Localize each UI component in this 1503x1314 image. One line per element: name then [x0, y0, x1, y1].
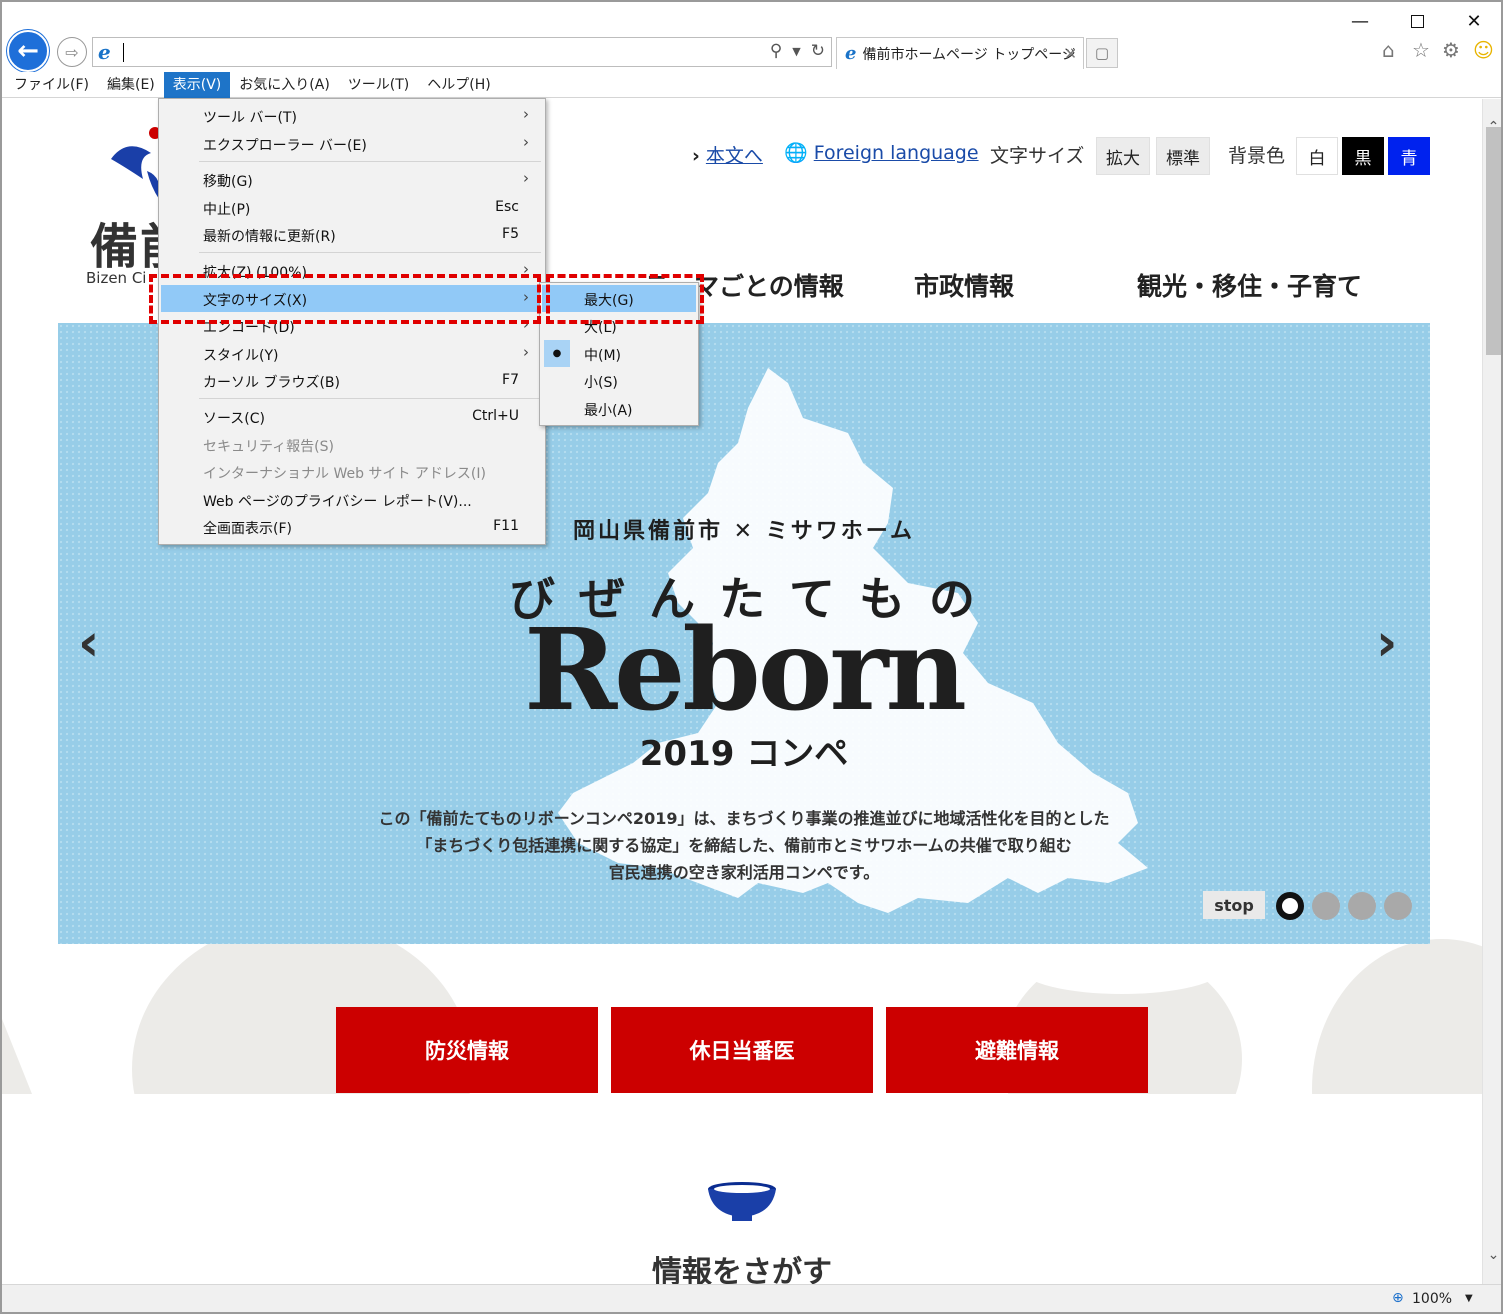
skip-link[interactable]: › 本文へ [692, 141, 763, 168]
slide-dot-1[interactable] [1276, 892, 1304, 920]
close-button[interactable]: ✕ [1454, 6, 1494, 36]
foreign-language-link[interactable]: 🌐 Foreign language [784, 141, 979, 164]
view-menu-item-style[interactable]: スタイル(Y) › [161, 340, 543, 367]
menu-separator [199, 398, 541, 399]
feedback-smiley-icon[interactable]: ☺ [1473, 38, 1494, 62]
address-bar[interactable]: e ⚲ ▼ ↻ [92, 37, 832, 67]
forward-button[interactable]: ⇨ [57, 37, 87, 67]
dropdown-icon[interactable]: ▼ [792, 41, 800, 61]
view-menu-item-refresh[interactable]: 最新の情報に更新(R) F5 [161, 221, 543, 248]
annotation-box-largest [546, 274, 704, 324]
menu-edit[interactable]: 編集(E) [98, 72, 164, 98]
maximize-button[interactable] [1397, 6, 1437, 36]
hero-desc-line-2: 「まちづくり包括連携に関する協定」を締結した、備前市とミサワホームの共催で取り組… [416, 836, 1072, 855]
zoom-icon: ⊕ [1392, 1290, 1404, 1306]
nav-tourism[interactable]: 観光・移住・子育て [1137, 267, 1362, 303]
slide-dot-4[interactable] [1384, 892, 1412, 920]
nav-city-admin[interactable]: 市政情報 [914, 267, 1014, 303]
font-size-label: 文字サイズ [990, 145, 1085, 167]
new-tab-icon: ▢ [1094, 44, 1110, 62]
menu-help[interactable]: ヘルプ(H) [418, 72, 499, 98]
foreign-language-text[interactable]: Foreign language [814, 142, 979, 164]
favorites-star-icon[interactable]: ☆ [1412, 38, 1430, 62]
menu-bar: ファイル(F) 編集(E) 表示(V) お気に入り(A) ツール(T) ヘルプ(… [2, 71, 1501, 98]
forward-arrow-icon: ⇨ [65, 42, 79, 62]
selected-bullet-icon: ● [544, 340, 570, 367]
view-menu-item-privacy-report[interactable]: Web ページのプライバシー レポート(V)... [161, 486, 543, 513]
slider-stop-button[interactable]: stop [1203, 891, 1265, 919]
menu-separator [199, 161, 541, 162]
zoom-level[interactable]: 100% [1412, 1291, 1452, 1307]
tab-title: 備前市ホームページ トップページ [862, 46, 1076, 63]
font-enlarge-button[interactable]: 拡大 [1096, 137, 1150, 175]
chevron-right-icon: › [692, 145, 700, 167]
bg-blue-button[interactable]: 青 [1388, 137, 1430, 175]
globe-icon: 🌐 [784, 142, 808, 164]
settings-gear-icon[interactable]: ⚙ [1442, 38, 1460, 62]
new-tab-button[interactable]: ▢ [1086, 38, 1118, 68]
ie-tab-icon: e [845, 43, 857, 64]
status-bar: ⊕ 100% ▼ [2, 1284, 1501, 1312]
evacuation-info-button[interactable]: 避難情報 [886, 1007, 1148, 1093]
hero-desc-line-1: この「備前たてものリボーンコンペ2019」は、まちづくり事業の推進並びに地域活性… [378, 809, 1110, 828]
search-icon[interactable]: ⚲ [770, 41, 782, 61]
menu-view[interactable]: 表示(V) [163, 71, 231, 98]
submenu-chevron-icon: › [523, 343, 529, 361]
site-logo-subtext: Bizen Ci [86, 269, 147, 287]
disaster-info-button[interactable]: 防災情報 [336, 1007, 598, 1093]
view-menu-item-explorer-bar[interactable]: エクスプローラー バー(E) › [161, 130, 543, 157]
menu-separator [199, 252, 541, 253]
refresh-icon[interactable]: ↻ [811, 41, 825, 61]
zoom-dropdown-icon[interactable]: ▼ [1465, 1293, 1473, 1304]
skip-link-text[interactable]: 本文へ [706, 145, 763, 167]
view-menu-item-full-screen[interactable]: 全画面表示(F) F11 [161, 513, 543, 540]
submenu-chevron-icon: › [523, 105, 529, 123]
hero-title: Reborn [524, 605, 967, 736]
view-menu-item-security-report: セキュリティ報告(S) [203, 439, 334, 455]
scrollbar-thumb[interactable] [1486, 127, 1501, 355]
view-menu-item-international-address: インターナショナル Web サイト アドレス(I) [203, 466, 486, 482]
hero-prev-arrow-icon[interactable]: ‹ [78, 613, 99, 673]
view-menu-item-toolbar[interactable]: ツール バー(T) › [161, 102, 543, 129]
view-menu-item-source[interactable]: ソース(C) Ctrl+U [161, 403, 543, 430]
text-size-smaller[interactable]: 小(S) [542, 367, 696, 394]
menu-favorites[interactable]: お気に入り(A) [230, 72, 339, 98]
view-menu-item-go-to[interactable]: 移動(G) › [161, 166, 543, 193]
ie-page-icon: e [98, 40, 111, 64]
text-size-smallest[interactable]: 最小(A) [542, 395, 696, 422]
hero-year: 2019 コンペ [639, 734, 849, 774]
menu-tools[interactable]: ツール(T) [339, 72, 418, 98]
font-standard-button[interactable]: 標準 [1156, 137, 1210, 175]
bg-white-button[interactable]: 白 [1296, 137, 1338, 175]
submenu-chevron-icon: › [523, 133, 529, 151]
annotation-box-text-size [149, 274, 541, 324]
text-size-medium[interactable]: ● 中(M) [542, 340, 696, 367]
bowl-icon [708, 1182, 776, 1221]
browser-window: — ✕ ← ⇨ e ⚲ ▼ ↻ e 備前市ホームページ トップページ ✕ ▢ ⌂… [0, 0, 1503, 1314]
slide-dot-3[interactable] [1348, 892, 1376, 920]
back-arrow-icon: ← [17, 36, 39, 66]
vertical-scrollbar[interactable]: ⌃ ⌄ [1482, 99, 1501, 1284]
holiday-doctor-button[interactable]: 休日当番医 [611, 1007, 873, 1093]
bg-black-button[interactable]: 黒 [1342, 137, 1384, 175]
view-menu-item-caret-browsing[interactable]: カーソル ブラウズ(B) F7 [161, 367, 543, 394]
back-button[interactable]: ← [7, 30, 49, 72]
minimize-button[interactable]: — [1340, 6, 1380, 36]
scroll-down-icon[interactable]: ⌄ [1483, 1247, 1501, 1263]
view-menu-item-stop[interactable]: 中止(P) Esc [161, 194, 543, 221]
submenu-chevron-icon: › [523, 169, 529, 187]
slide-dot-2[interactable] [1312, 892, 1340, 920]
browser-tab[interactable]: e 備前市ホームページ トップページ ✕ [836, 37, 1084, 69]
text-caret [123, 43, 124, 62]
bg-color-label: 背景色 [1228, 145, 1286, 167]
hero-desc-line-3: 官民連携の空き家利活用コンペです。 [608, 863, 880, 882]
menu-file[interactable]: ファイル(F) [5, 72, 98, 98]
home-icon[interactable]: ⌂ [1382, 38, 1395, 62]
hero-next-arrow-icon[interactable]: › [1376, 613, 1397, 673]
tab-close-icon[interactable]: ✕ [1064, 45, 1077, 63]
search-heading: 情報をさがす [652, 1255, 832, 1284]
